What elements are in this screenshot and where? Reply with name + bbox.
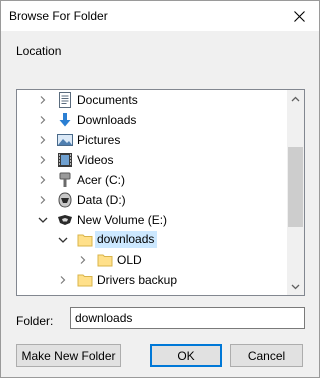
title-bar: Browse For Folder: [1, 1, 319, 31]
tree-item-old[interactable]: OLD: [17, 250, 287, 270]
tree-item-downloads-folder[interactable]: downloads: [17, 230, 287, 250]
tree-item-drivers-backup[interactable]: Drivers backup: [17, 270, 287, 290]
chevron-right-icon[interactable]: [37, 174, 49, 186]
tree-item-drive-c[interactable]: Acer (C:): [17, 170, 287, 190]
folder-tree[interactable]: Documents Downloads Pictures Videos Acer…: [16, 89, 305, 296]
drive-e-icon: [57, 212, 73, 228]
tree-item-label: Pictures: [77, 133, 121, 147]
chevron-right-icon[interactable]: [77, 254, 89, 266]
drive-c-icon: [57, 172, 73, 188]
folder-icon: [77, 232, 93, 248]
folder-name-input[interactable]: [70, 307, 305, 329]
folder-label: Folder:: [16, 314, 54, 328]
chevron-right-icon[interactable]: [37, 194, 49, 206]
scroll-down-button[interactable]: [287, 278, 304, 295]
pictures-icon: [57, 132, 73, 148]
chevron-right-icon[interactable]: [37, 94, 49, 106]
chevron-down-icon: [291, 284, 300, 289]
downloads-icon: [57, 112, 73, 128]
tree-item-videos[interactable]: Videos: [17, 150, 287, 170]
tree-item-label: OLD: [117, 253, 142, 267]
tree-item-label: Data (D:): [77, 193, 126, 207]
vertical-scrollbar[interactable]: [287, 90, 304, 295]
chevron-down-icon[interactable]: [37, 214, 49, 226]
chevron-down-icon[interactable]: [57, 234, 69, 246]
tree-item-drive-d[interactable]: Data (D:): [17, 190, 287, 210]
ok-button[interactable]: OK: [150, 344, 222, 367]
tree-item-label: New Volume (E:): [77, 213, 168, 227]
close-icon: [293, 10, 305, 22]
folder-icon: [97, 252, 113, 268]
cancel-button[interactable]: Cancel: [230, 344, 303, 367]
documents-icon: [57, 92, 73, 108]
scroll-up-button[interactable]: [287, 90, 304, 107]
drive-d-icon: [57, 192, 73, 208]
tree-item-label: Videos: [77, 153, 114, 167]
tree-item-label: downloads: [95, 231, 158, 248]
scrollbar-thumb[interactable]: [288, 147, 303, 227]
tree-item-label: Downloads: [77, 113, 137, 127]
tree-item-label: Documents: [77, 93, 138, 107]
tree-item-label: Acer (C:): [77, 173, 125, 187]
location-label: Location: [16, 44, 62, 58]
browse-for-folder-dialog: Browse For Folder Location Documents Dow…: [0, 0, 320, 378]
chevron-right-icon[interactable]: [57, 274, 69, 286]
tree-item-drive-e[interactable]: New Volume (E:): [17, 210, 287, 230]
chevron-right-icon[interactable]: [37, 134, 49, 146]
tree-item-pictures[interactable]: Pictures: [17, 130, 287, 150]
make-new-folder-button[interactable]: Make New Folder: [16, 344, 121, 367]
tree-item-documents[interactable]: Documents: [17, 90, 287, 110]
tree-item-downloads[interactable]: Downloads: [17, 110, 287, 130]
dialog-title: Browse For Folder: [9, 9, 108, 23]
folder-icon: [77, 272, 93, 288]
chevron-up-icon: [291, 96, 300, 101]
close-button[interactable]: [279, 1, 319, 31]
chevron-right-icon[interactable]: [37, 114, 49, 126]
videos-icon: [57, 152, 73, 168]
tree-item-label: Drivers backup: [97, 273, 178, 287]
chevron-right-icon[interactable]: [37, 154, 49, 166]
